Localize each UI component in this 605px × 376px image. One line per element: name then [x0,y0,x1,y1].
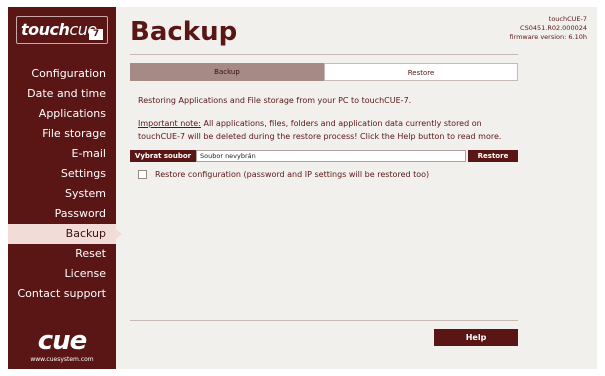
tab-backup[interactable]: Backup [130,63,324,81]
cue-logo: cue www.cuesystem.com [8,328,116,363]
choose-file-button[interactable]: Vybrat soubor [130,150,196,162]
sidebar-item-settings[interactable]: Settings [8,164,116,184]
restore-button[interactable]: Restore [468,150,518,162]
footer-divider [130,320,518,321]
sidebar-item-date-and-time[interactable]: Date and time [8,84,116,104]
tab-restore[interactable]: Restore [324,63,518,81]
firmware-version: firmware version: 6.10h [509,33,587,41]
logo-brand-bold: touch [21,20,70,39]
sidebar-item-email[interactable]: E-mail [8,144,116,164]
touchcue-logo: touchcue 7 [16,16,108,44]
cue-logo-url: www.cuesystem.com [30,356,94,363]
page-title: Backup [130,17,238,47]
sidebar-item-system[interactable]: System [8,184,116,204]
important-note: Important note: All applications, files,… [138,117,516,143]
sidebar-item-backup[interactable]: Backup [8,224,122,244]
sidebar-item-contact-support[interactable]: Contact support [8,284,116,304]
device-info: touchCUE-7 CS0451.R02.000024 firmware ve… [509,15,587,42]
main-content: Backup touchCUE-7 CS0451.R02.000024 firm… [130,7,597,369]
file-chooser-row: Vybrat soubor Soubor nevybrán Restore [130,150,518,162]
cue-logo-text: cue [37,326,88,356]
file-name-field[interactable]: Soubor nevybrán [196,150,466,162]
header-divider [130,54,518,55]
device-name: touchCUE-7 [548,15,587,23]
sidebar-item-configuration[interactable]: Configuration [8,64,116,84]
sidebar-item-file-storage[interactable]: File storage [8,124,116,144]
important-note-label: Important note: [138,119,201,128]
device-serial: CS0451.R02.000024 [520,24,587,32]
sidebar-item-password[interactable]: Password [8,204,116,224]
sidebar-item-applications[interactable]: Applications [8,104,116,124]
sidebar-item-reset[interactable]: Reset [8,244,116,264]
sidebar: touchcue 7 Configuration Date and time A… [8,7,122,369]
app-frame: touchcue 7 Configuration Date and time A… [8,7,597,369]
active-arrow-icon [116,229,122,239]
sidebar-item-license[interactable]: License [8,264,116,284]
intro-text: Restoring Applications and File storage … [138,96,412,105]
restore-config-row: Restore configuration (password and IP s… [138,170,429,179]
sidebar-nav: Configuration Date and time Applications… [8,64,122,304]
logo-version-badge: 7 [89,29,103,40]
restore-config-label: Restore configuration (password and IP s… [155,170,430,179]
help-button[interactable]: Help [434,329,518,346]
sidebar-item-backup-label: Backup [65,227,106,240]
restore-config-checkbox[interactable] [138,170,147,179]
